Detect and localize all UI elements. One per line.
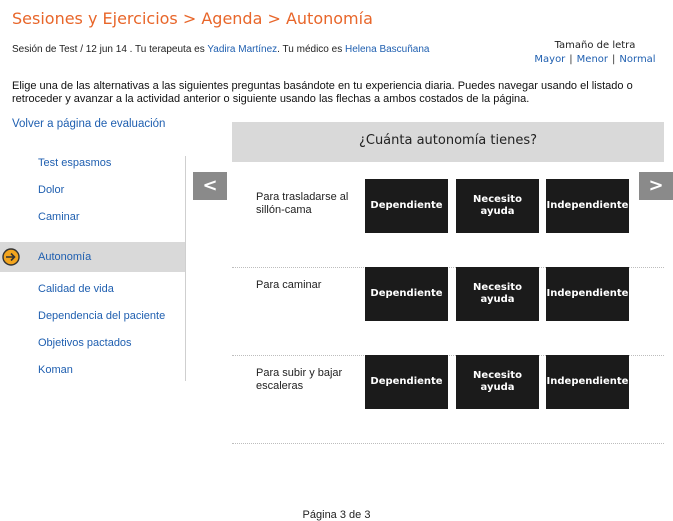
option-independiente-button[interactable]: Independiente (546, 267, 629, 321)
sidebar-item-dependencia[interactable]: Dependencia del paciente (10, 309, 185, 336)
separator: | (569, 54, 573, 65)
option-necesito-ayuda-button[interactable]: Necesito ayuda (456, 179, 539, 233)
arrow-circle-right-icon (2, 248, 20, 266)
sidebar-item-dolor[interactable]: Dolor (10, 183, 185, 210)
sidebar-item-calidad-de-vida[interactable]: Calidad de vida (10, 282, 185, 309)
sidebar-item-label: Autonomía (38, 251, 92, 263)
sidebar-item-test-espasmos[interactable]: Test espasmos (10, 156, 185, 183)
doctor-prefix: . Tu médico es (277, 44, 345, 55)
question-row-escaleras: Para subir y bajar escaleras Dependiente… (232, 355, 664, 444)
question-label: Para subir y bajar escaleras (256, 367, 343, 392)
previous-activity-button[interactable]: < (193, 172, 227, 200)
sidebar-item-autonomia[interactable]: Autonomía (0, 242, 185, 272)
font-normal-link[interactable]: Normal (619, 54, 655, 65)
doctor-link[interactable]: Helena Bascuñana (345, 44, 430, 55)
option-dependiente-button[interactable]: Dependiente (365, 179, 448, 233)
question-label: Para caminar (256, 279, 322, 291)
font-bigger-link[interactable]: Mayor (534, 54, 565, 65)
sidebar-item-koman[interactable]: Koman (10, 363, 185, 390)
option-dependiente-button[interactable]: Dependiente (365, 355, 448, 409)
font-size-links: Mayor | Menor | Normal (525, 54, 665, 65)
font-smaller-link[interactable]: Menor (577, 54, 608, 65)
option-necesito-ayuda-button[interactable]: Necesito ayuda (456, 267, 539, 321)
option-dependiente-button[interactable]: Dependiente (365, 267, 448, 321)
font-size-control: Tamaño de letra Mayor | Menor | Normal (525, 40, 665, 65)
question-title: ¿Cuánta autonomía tienes? (232, 122, 664, 162)
intro-text: Elige una de las alternativas a las sigu… (12, 80, 633, 105)
option-independiente-button[interactable]: Independiente (546, 179, 629, 233)
sidebar-item-objetivos[interactable]: Objetivos pactados (10, 336, 185, 363)
question-label: Para trasladarse al sillón-cama (256, 191, 349, 216)
breadcrumb: Sesiones y Ejercicios > Agenda > Autonom… (12, 9, 373, 28)
session-text: Sesión de Test / 12 jun 14 . Tu terapeut… (12, 44, 208, 55)
separator: | (612, 54, 616, 65)
therapist-link[interactable]: Yadira Martínez (207, 44, 277, 55)
session-info: Sesión de Test / 12 jun 14 . Tu terapeut… (12, 44, 430, 55)
back-to-evaluation-link[interactable]: Volver a página de evaluación (12, 118, 165, 130)
font-size-title: Tamaño de letra (554, 40, 636, 51)
page-indicator: Página 3 de 3 (302, 509, 371, 521)
question-row-traslado: Para trasladarse al sillón-cama Dependie… (232, 179, 664, 268)
sidebar-item-caminar[interactable]: Caminar (10, 210, 185, 237)
sidebar: Test espasmos Dolor Caminar Autonomía Ca… (0, 156, 186, 381)
option-independiente-button[interactable]: Independiente (546, 355, 629, 409)
question-row-caminar: Para caminar Dependiente Necesito ayuda … (232, 267, 664, 356)
option-necesito-ayuda-button[interactable]: Necesito ayuda (456, 355, 539, 409)
